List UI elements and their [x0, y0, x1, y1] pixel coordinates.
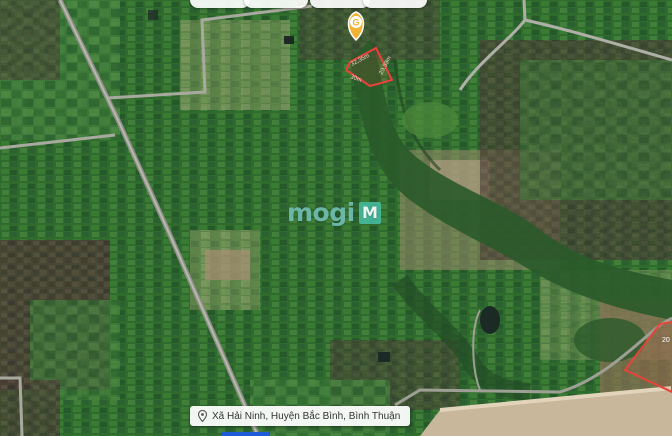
marker-badge-letter: G — [352, 18, 359, 28]
location-label: Xã Hải Ninh, Huyện Bắc Bình, Bình Thuận — [190, 406, 411, 426]
top-filter-chip[interactable] — [310, 0, 370, 8]
bottom-accent-bar — [222, 432, 270, 436]
mogi-watermark: mogi M — [287, 198, 381, 227]
top-filter-chip[interactable] — [244, 0, 308, 8]
neighbor-plot-label: 20 — [662, 337, 670, 344]
top-filter-chip[interactable] — [363, 0, 427, 8]
map-pin-icon — [198, 410, 207, 422]
watermark-text: mogi — [287, 198, 355, 227]
location-text: Xã Hải Ninh, Huyện Bắc Bình, Bình Thuận — [212, 410, 401, 422]
watermark-badge: M — [358, 202, 381, 224]
top-filter-chip[interactable] — [190, 0, 250, 8]
